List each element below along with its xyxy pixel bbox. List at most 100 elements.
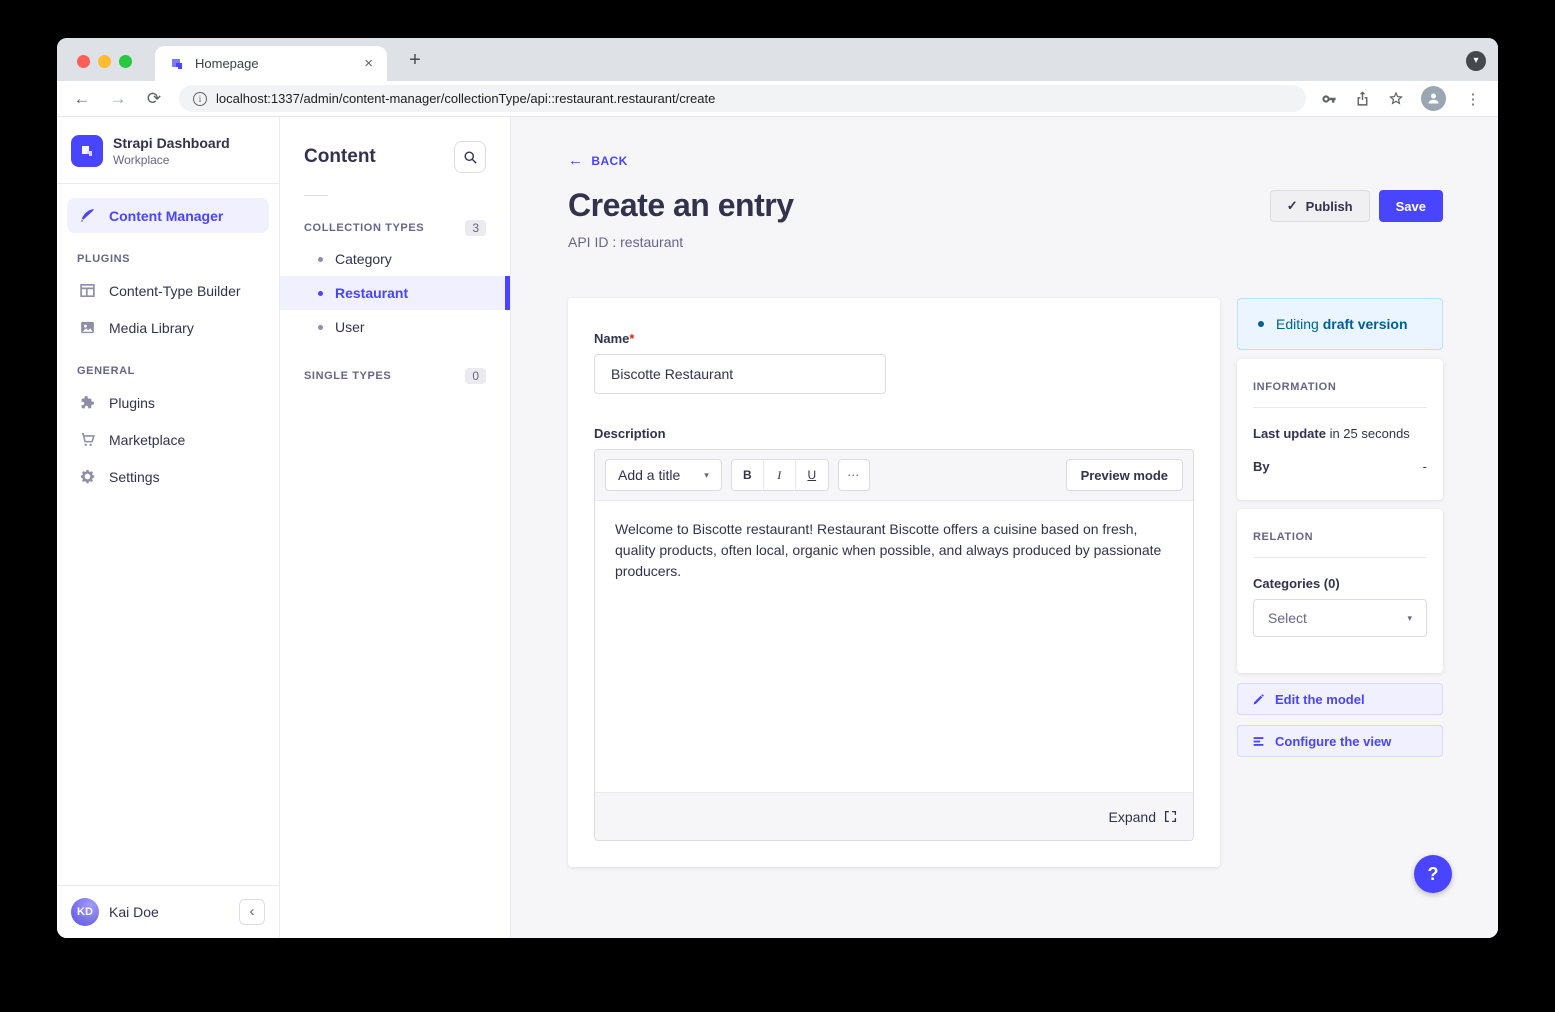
browser-menu-icon[interactable]: ⋮ [1462, 90, 1484, 108]
check-icon: ✓ [1287, 198, 1298, 214]
collection-type-label: Restaurant [335, 285, 408, 301]
bold-button[interactable]: B [732, 460, 764, 490]
profile-avatar[interactable] [1421, 86, 1446, 111]
strapi-logo [71, 135, 103, 167]
url-bar[interactable]: i localhost:1337/admin/content-manager/c… [179, 85, 1306, 112]
sidebar-item-marketplace[interactable]: Marketplace [67, 422, 269, 457]
person-icon [1426, 91, 1441, 106]
relation-title: RELATION [1253, 531, 1427, 543]
status-dot-icon [1258, 321, 1264, 327]
new-tab-button[interactable]: + [402, 48, 428, 74]
edit-model-button[interactable]: Edit the model [1237, 683, 1443, 715]
layout-lines-icon [1252, 735, 1265, 748]
edit-model-label: Edit the model [1275, 692, 1365, 707]
configure-view-button[interactable]: Configure the view [1237, 725, 1443, 757]
pencil-icon [1252, 693, 1265, 706]
tab-search-chevron-icon[interactable]: ▾ [1466, 51, 1486, 71]
collection-types-heading: COLLECTION TYPES [304, 222, 424, 234]
browser-tab[interactable]: Homepage × [155, 46, 387, 81]
back-icon[interactable]: ← [71, 89, 93, 109]
reload-icon[interactable]: ⟳ [143, 89, 165, 109]
sidebar-item-media-library[interactable]: Media Library [67, 310, 269, 345]
user-avatar[interactable]: KD [71, 898, 99, 926]
main-content: ← BACK Create an entry API ID : restaura… [511, 117, 1498, 938]
site-info-icon[interactable]: i [193, 92, 207, 106]
share-icon[interactable] [1354, 90, 1371, 107]
help-button[interactable]: ? [1414, 855, 1452, 893]
description-field-label: Description [594, 426, 1194, 441]
sidebar-item-settings[interactable]: Settings [67, 459, 269, 494]
chevron-down-icon: ▾ [1407, 613, 1412, 624]
save-button[interactable]: Save [1379, 190, 1443, 222]
description-textarea[interactable]: Welcome to Biscotte restaurant! Restaura… [595, 500, 1193, 792]
save-label: Save [1396, 199, 1426, 214]
content-manager-icon [77, 207, 97, 224]
entry-aside: Editing draft version INFORMATION Last u… [1237, 298, 1443, 757]
password-key-icon[interactable] [1320, 90, 1338, 108]
collection-type-category[interactable]: Category [280, 242, 510, 276]
close-window-button[interactable] [77, 55, 90, 68]
editor-toolbar: Add a title ▾ B I U ⋯ Preview mode [595, 450, 1193, 500]
single-types-heading: SINGLE TYPES [304, 370, 391, 382]
main-sidebar: Strapi Dashboard Workplace Content Manag… [57, 117, 280, 938]
strapi-app: Strapi Dashboard Workplace Content Manag… [57, 117, 1498, 938]
by-value: - [1423, 459, 1427, 474]
preview-mode-button[interactable]: Preview mode [1066, 459, 1183, 491]
sidebar-section-plugins: PLUGINS [67, 235, 269, 273]
workspace-switcher[interactable]: Strapi Dashboard Workplace [57, 117, 279, 183]
content-type-builder-icon [77, 282, 97, 299]
gear-icon [77, 468, 97, 485]
app-subtitle: Workplace [113, 153, 230, 167]
tab-strip: Homepage × + ▾ [57, 38, 1498, 81]
collapse-sidebar-button[interactable]: ‹ [239, 899, 265, 925]
categories-label: Categories (0) [1253, 576, 1427, 591]
more-formats-button[interactable]: ⋯ [838, 459, 870, 491]
collection-type-label: User [335, 319, 365, 335]
app-title: Strapi Dashboard [113, 135, 230, 151]
categories-select[interactable]: Select ▾ [1253, 599, 1427, 637]
collection-type-user[interactable]: User [280, 310, 510, 344]
window-controls [77, 55, 132, 68]
expand-label: Expand [1109, 809, 1156, 825]
name-input[interactable] [594, 354, 886, 394]
entry-form-card: Name* Description Add a title ▾ B [568, 298, 1220, 867]
search-button[interactable] [454, 141, 486, 173]
sidebar-item-label: Plugins [109, 395, 155, 411]
underline-button[interactable]: U [796, 460, 828, 490]
page-title: Create an entry [568, 187, 793, 224]
chevron-down-icon: ▾ [704, 470, 709, 481]
sidebar-item-label: Content-Type Builder [109, 283, 241, 299]
expand-icon [1164, 810, 1177, 823]
editor-footer: Expand [595, 792, 1193, 840]
tab-close-icon[interactable]: × [360, 55, 377, 72]
collection-type-restaurant[interactable]: Restaurant [280, 276, 510, 310]
url-text[interactable]: localhost:1337/admin/content-manager/col… [216, 91, 715, 106]
bullet-icon [318, 325, 323, 330]
information-card: INFORMATION Last update in 25 seconds By… [1237, 359, 1443, 500]
expand-button[interactable]: Expand [1109, 809, 1177, 825]
user-name: Kai Doe [109, 904, 229, 920]
sidebar-item-content-manager[interactable]: Content Manager [67, 198, 269, 233]
bullet-icon [318, 291, 323, 296]
sidebar-item-plugins[interactable]: Plugins [67, 385, 269, 420]
forward-icon[interactable]: → [107, 89, 129, 109]
collection-type-label: Category [335, 251, 392, 267]
required-asterisk: * [629, 331, 634, 346]
browser-toolbar: ← → ⟳ i localhost:1337/admin/content-man… [57, 81, 1498, 117]
panel-divider [304, 195, 328, 196]
publish-button[interactable]: ✓ Publish [1270, 190, 1370, 222]
back-link[interactable]: ← BACK [568, 152, 1443, 169]
maximize-window-button[interactable] [119, 55, 132, 68]
title-style-select[interactable]: Add a title ▾ [605, 459, 722, 491]
sidebar-item-content-type-builder[interactable]: Content-Type Builder [67, 273, 269, 308]
sidebar-section-general: GENERAL [67, 347, 269, 385]
minimize-window-button[interactable] [98, 55, 111, 68]
configure-view-label: Configure the view [1275, 734, 1391, 749]
title-style-value: Add a title [618, 467, 680, 483]
content-panel: Content COLLECTION TYPES 3 Category Rest… [280, 117, 511, 938]
draft-status-text: Editing draft version [1276, 316, 1408, 332]
bookmark-star-icon[interactable] [1387, 90, 1405, 108]
italic-button[interactable]: I [764, 460, 796, 490]
sidebar-item-label: Media Library [109, 320, 194, 336]
sidebar-item-label: Content Manager [109, 208, 223, 224]
